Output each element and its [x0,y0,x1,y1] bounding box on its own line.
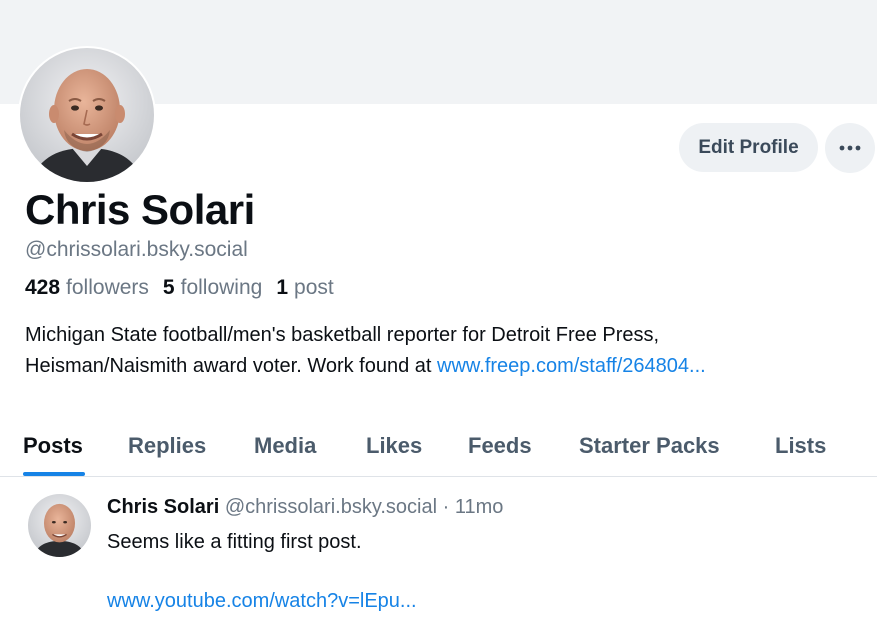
more-horizontal-icon [839,145,861,151]
post-timestamp[interactable]: 11mo [455,496,504,518]
followers-label: followers [66,276,149,299]
post-author-name[interactable]: Chris Solari [107,496,219,518]
post-link[interactable]: www.youtube.com/watch?v=lEpu... [107,590,417,612]
post-link-container: www.youtube.com/watch?v=lEpu... [107,590,417,613]
posts-stat: 1 post [276,276,333,300]
post-author-handle[interactable]: @chrissolari.bsky.social [225,496,437,518]
following-count: 5 [162,276,175,299]
bio-line-1: Michigan State football/men's basketball… [25,324,660,346]
avatar-photo [20,48,154,182]
followers-stat[interactable]: 428 followers [25,276,149,300]
post-text: Seems like a fitting first post. [107,531,362,553]
bio-line-2-text: Heisman/Naismith award voter. Work found… [25,355,438,377]
active-tab-indicator [23,472,85,476]
following-stat[interactable]: 5 following [163,276,262,300]
edit-profile-button[interactable]: Edit Profile [679,123,818,172]
followers-count: 428 [25,276,61,299]
post-separator: · [442,496,450,518]
posts-label: post [294,276,334,299]
edit-profile-label: Edit Profile [698,136,799,158]
profile-tabs: Posts Replies Media Likes Feeds Starter … [0,415,877,477]
profile-handle: @chrissolari.bsky.social [25,238,248,261]
tab-replies[interactable]: Replies [128,415,206,477]
profile-name: Chris Solari [25,186,255,233]
profile-avatar[interactable] [18,46,156,184]
tab-media[interactable]: Media [254,415,316,477]
more-options-button[interactable] [825,123,875,173]
tab-likes[interactable]: Likes [366,415,422,477]
tab-starter-packs[interactable]: Starter Packs [579,415,720,477]
bio-line-2: Heisman/Naismith award voter. Work found… [25,351,865,382]
profile-page: Edit Profile Chris Solari @chrissolari.b… [0,0,877,631]
profile-bio: Michigan State football/men's basketball… [25,320,865,382]
posts-count: 1 [276,276,289,299]
bio-link[interactable]: www.freep.com/staff/264804... [437,355,706,377]
tab-feeds[interactable]: Feeds [468,415,532,477]
profile-stats: 428 followers 5 following 1 post [25,276,334,300]
tab-lists[interactable]: Lists [775,415,826,477]
post-header: Chris Solari @chrissolari.bsky.social · … [107,496,503,519]
post-author-avatar[interactable] [28,494,91,557]
post-avatar-photo [28,494,91,557]
following-label: following [180,276,263,299]
tab-posts[interactable]: Posts [23,415,83,477]
